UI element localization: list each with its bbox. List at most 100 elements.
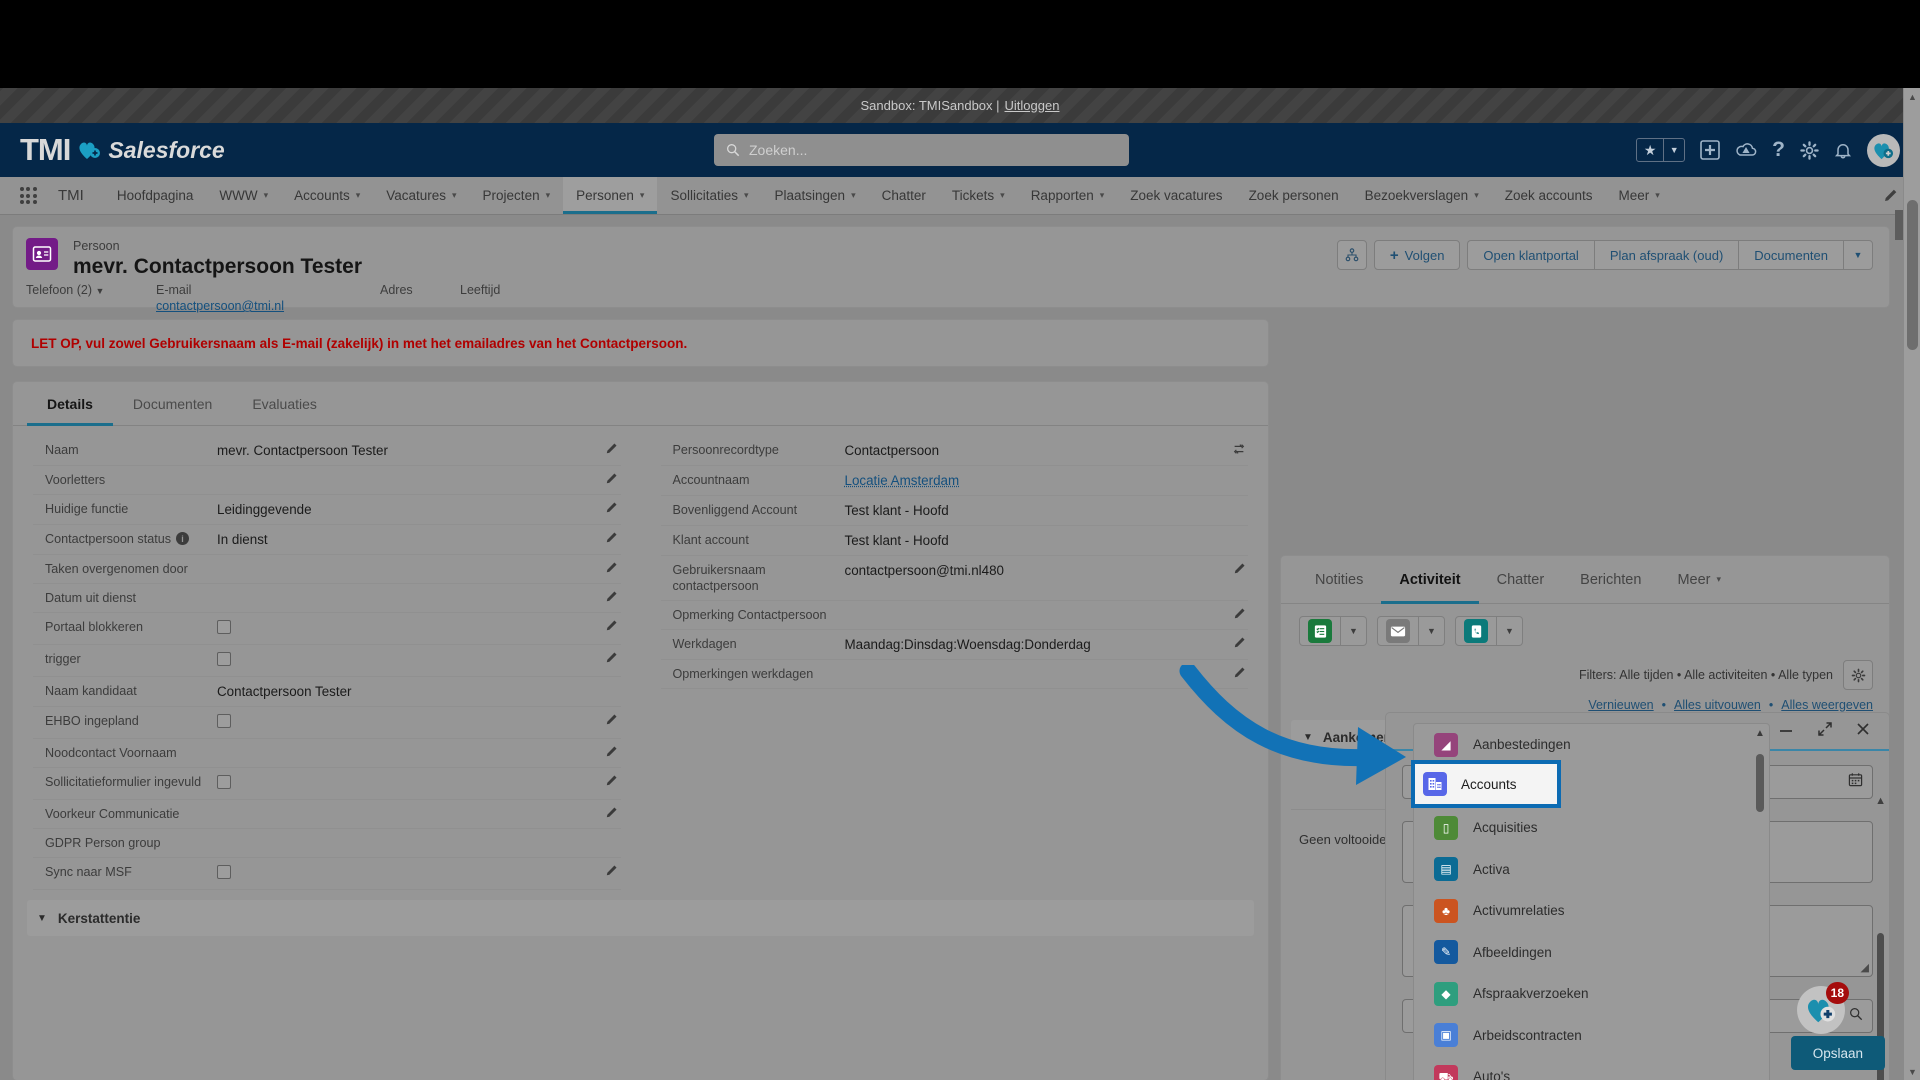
object-option-arbeidscontracten[interactable]: ▣ Arbeidscontracten xyxy=(1414,1015,1769,1057)
nav-item-hoofdpagina[interactable]: Hoofdpagina xyxy=(104,177,207,214)
scroll-up-arrow-icon[interactable]: ▲ xyxy=(1754,728,1766,739)
current-app-name[interactable]: TMI xyxy=(42,177,104,214)
resize-handle[interactable]: ◢ xyxy=(1861,961,1869,974)
scroll-down-arrow-icon[interactable]: ▼ xyxy=(1904,1063,1920,1080)
new-task-split-button[interactable]: ▼ xyxy=(1299,616,1367,646)
nav-item-accounts[interactable]: Accounts ▾ xyxy=(281,177,373,214)
logout-link[interactable]: Uitloggen xyxy=(1005,98,1060,113)
dropdown-scrollbar[interactable]: ▲ ▼ xyxy=(1754,728,1766,1080)
scroll-thumb[interactable] xyxy=(1756,754,1764,812)
app-launcher-waffle-icon[interactable] xyxy=(0,177,42,214)
new-task-button[interactable] xyxy=(1299,616,1341,646)
object-option-activumrelaties[interactable]: ♣ Activumrelaties xyxy=(1414,890,1769,932)
scroll-up-arrow-icon[interactable]: ▲ xyxy=(1875,795,1886,807)
save-button[interactable]: Opslaan xyxy=(1790,1036,1885,1070)
chevron-down-icon[interactable]: ▾ xyxy=(452,190,457,201)
chevron-down-icon[interactable]: ▾ xyxy=(1716,574,1721,585)
edit-pencil-icon[interactable] xyxy=(603,713,621,726)
nav-item-www[interactable]: WWW ▾ xyxy=(206,177,281,214)
compact-field-telefoon[interactable]: Telefoon (2) ▼ xyxy=(26,283,156,297)
nav-item-zoek-vacatures[interactable]: Zoek vacatures xyxy=(1117,177,1235,214)
edit-pencil-icon[interactable] xyxy=(603,806,621,819)
edit-pencil-icon[interactable] xyxy=(603,864,621,877)
object-option-auto-s[interactable]: ⛟ Auto's xyxy=(1414,1056,1769,1080)
edit-pencil-icon[interactable] xyxy=(1230,607,1248,620)
log-a-call-split-button[interactable]: ▼ xyxy=(1455,616,1523,646)
notifications-bell-icon[interactable] xyxy=(1834,141,1852,160)
minimize-icon[interactable] xyxy=(1777,722,1795,741)
checkbox[interactable] xyxy=(217,714,231,728)
chevron-down-icon[interactable]: ▾ xyxy=(1474,190,1479,201)
chevron-down-icon[interactable]: ▾ xyxy=(1000,190,1005,201)
chevron-down-icon[interactable]: ▾ xyxy=(744,190,749,201)
nav-item-bezoekverslagen[interactable]: Bezoekverslagen ▾ xyxy=(1352,177,1492,214)
field-value-link[interactable]: Locatie Amsterdam xyxy=(845,473,960,488)
checkbox[interactable] xyxy=(217,865,231,879)
email-dropdown-arrow[interactable]: ▼ xyxy=(1419,616,1445,646)
favorites-star-icon[interactable]: ★ xyxy=(1637,138,1663,162)
checkbox[interactable] xyxy=(217,652,231,666)
expand-icon[interactable] xyxy=(1817,721,1833,742)
nav-item-zoek-accounts[interactable]: Zoek accounts xyxy=(1492,177,1606,214)
help-icon[interactable]: ? xyxy=(1772,138,1785,162)
nav-item-chatter[interactable]: Chatter xyxy=(869,177,939,214)
scroll-up-arrow-icon[interactable]: ▲ xyxy=(1904,88,1920,105)
chevron-down-icon[interactable]: ▾ xyxy=(546,190,551,201)
edit-pencil-icon[interactable] xyxy=(1230,562,1248,575)
chevron-down-icon[interactable]: ▾ xyxy=(264,190,269,201)
tab-documenten[interactable]: Documenten xyxy=(113,382,232,426)
tab-berichten[interactable]: Berichten xyxy=(1562,556,1659,604)
checkbox[interactable] xyxy=(217,620,231,634)
follow-button[interactable]: + Volgen xyxy=(1373,240,1461,270)
edit-pencil-icon[interactable] xyxy=(603,774,621,787)
close-icon[interactable] xyxy=(1855,721,1871,742)
email-link[interactable]: contactpersoon@tmi.nl xyxy=(156,299,380,313)
documenten-button[interactable]: Documenten xyxy=(1738,240,1843,270)
edit-pencil-icon[interactable] xyxy=(603,501,621,514)
nav-item-sollicitaties[interactable]: Sollicitaties ▾ xyxy=(657,177,761,214)
open-klantportal-button[interactable]: Open klantportal xyxy=(1467,240,1594,270)
favorites-caret-icon[interactable]: ▼ xyxy=(1664,138,1684,162)
global-search-box[interactable]: Zoeken... xyxy=(714,134,1129,166)
chevron-down-icon[interactable]: ▾ xyxy=(1655,190,1660,201)
chevron-down-icon[interactable]: ▾ xyxy=(851,190,856,201)
section-kerstattentie[interactable]: ▼ Kerstattentie xyxy=(27,900,1254,936)
edit-pencil-icon[interactable] xyxy=(603,561,621,574)
nav-item-personen[interactable]: Personen ▾ xyxy=(563,177,658,214)
nav-item-meer[interactable]: Meer ▾ xyxy=(1606,177,1673,214)
scroll-thumb[interactable] xyxy=(1907,200,1918,350)
tab-chatter[interactable]: Chatter xyxy=(1479,556,1563,604)
object-option-acquisities[interactable]: ▯ Acquisities xyxy=(1414,807,1769,849)
chevron-down-icon[interactable]: ▼ xyxy=(96,286,105,296)
edit-pencil-icon[interactable] xyxy=(1230,636,1248,649)
object-option-afbeeldingen[interactable]: ✎ Afbeeldingen xyxy=(1414,932,1769,974)
setup-gear-icon[interactable] xyxy=(1800,140,1819,160)
nav-item-tickets[interactable]: Tickets ▾ xyxy=(939,177,1018,214)
change-record-type-icon[interactable] xyxy=(1230,442,1248,456)
expand-all-link[interactable]: Alles uitvouwen xyxy=(1674,698,1761,712)
search-icon[interactable] xyxy=(1849,1007,1863,1026)
edit-pencil-icon[interactable] xyxy=(603,651,621,664)
log-a-call-button[interactable] xyxy=(1455,616,1497,646)
refresh-link[interactable]: Vernieuwen xyxy=(1588,698,1653,712)
favorites-group[interactable]: ★ ▼ xyxy=(1636,138,1686,162)
tab-evaluaties[interactable]: Evaluaties xyxy=(232,382,337,426)
tab-details[interactable]: Details xyxy=(27,382,113,426)
calendar-icon[interactable] xyxy=(1848,772,1863,792)
object-option-activa[interactable]: ▤ Activa xyxy=(1414,849,1769,891)
tab-activiteit[interactable]: Activiteit xyxy=(1381,556,1478,604)
info-icon[interactable]: i xyxy=(176,532,190,545)
activity-settings-gear-icon[interactable] xyxy=(1843,660,1873,690)
edit-pencil-icon[interactable] xyxy=(603,531,621,544)
user-avatar[interactable] xyxy=(1867,133,1900,167)
chevron-down-icon[interactable]: ▾ xyxy=(1100,190,1105,201)
app-logo[interactable]: TMI Salesforce xyxy=(20,132,225,168)
cloud-icon[interactable] xyxy=(1735,141,1757,159)
app-launcher-plus-icon[interactable] xyxy=(1700,140,1720,160)
highlight-accounts-option[interactable]: Accounts xyxy=(1411,760,1561,808)
object-option-afspraakverzoeken[interactable]: ◆ Afspraakverzoeken xyxy=(1414,973,1769,1015)
nav-item-vacatures[interactable]: Vacatures ▾ xyxy=(373,177,469,214)
plan-afspraak-button[interactable]: Plan afspraak (oud) xyxy=(1593,240,1739,270)
edit-pencil-icon[interactable] xyxy=(603,590,621,603)
edit-pencil-icon[interactable] xyxy=(1230,666,1248,679)
